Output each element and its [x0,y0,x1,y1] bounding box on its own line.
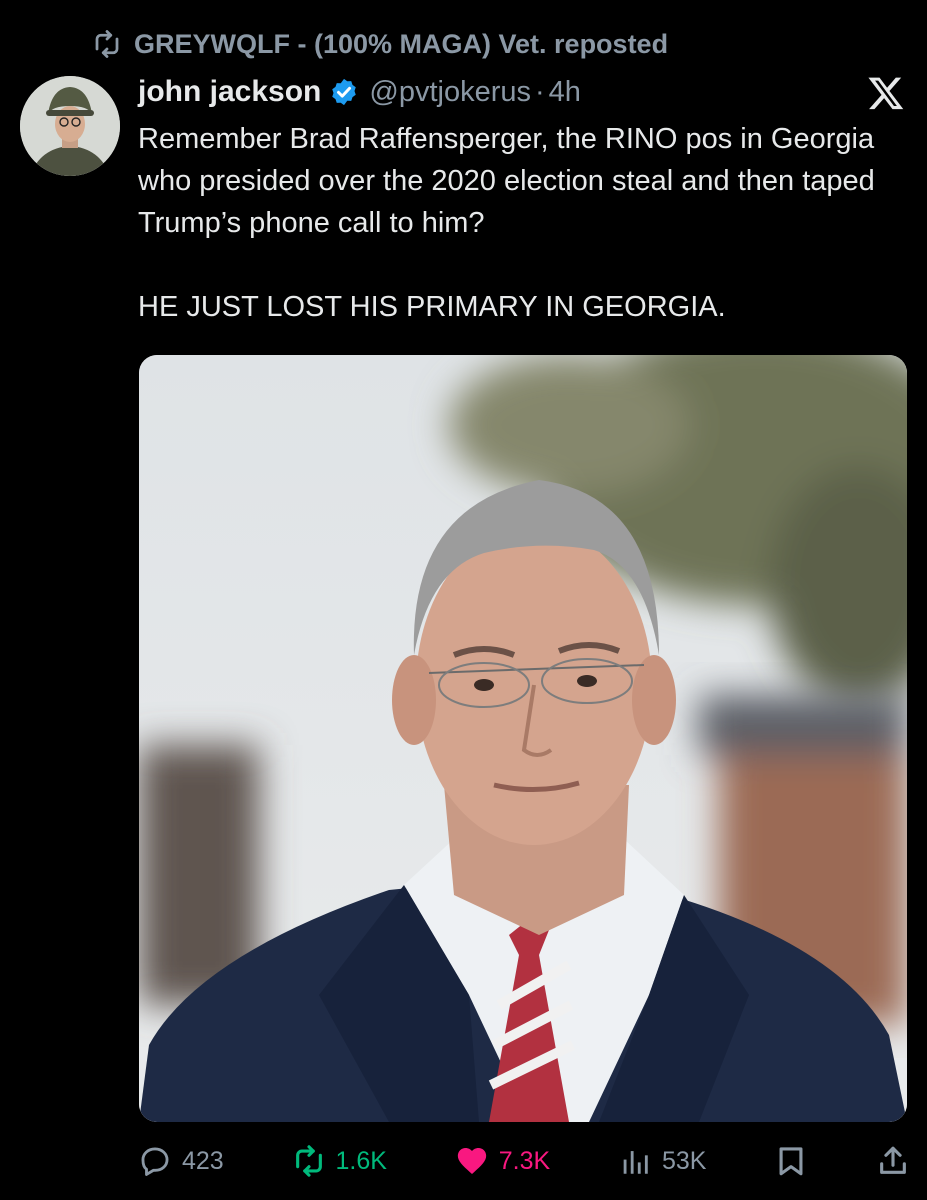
views-button[interactable]: 53K [618,1144,706,1178]
repost-text: GREYWQLF - (100% MAGA) Vet. reposted [134,28,669,59]
retweet-icon [95,30,119,58]
bookmark-icon [779,1147,803,1176]
tweet-header: john jackson @pvtjokerus · 4h [138,70,581,114]
tweet-paragraph-1: Remember Brad Raffensperger, the RINO po… [138,123,875,239]
views-chart-icon [623,1151,648,1174]
share-icon [880,1146,906,1174]
author-handle[interactable]: @pvtjokerus [369,76,531,109]
reply-icon [141,1147,169,1176]
like-button[interactable]: 7.3K [455,1144,550,1178]
repost-attribution[interactable]: GREYWQLF - (100% MAGA) Vet. reposted [92,26,668,62]
retweet-icon [295,1145,322,1177]
tweet-paragraph-2: HE JUST LOST HIS PRIMARY IN GEORGIA. [138,291,726,323]
verified-badge-icon [332,78,357,106]
repost-count: 1.6K [335,1146,387,1175]
x-logo-icon[interactable] [867,74,905,112]
repost-button[interactable]: 1.6K [292,1144,387,1178]
bookmark-button[interactable] [774,1144,808,1178]
tweet-photo[interactable] [139,355,907,1122]
tweet-text: Remember Brad Raffensperger, the RINO po… [138,118,898,328]
share-button[interactable] [876,1144,910,1178]
avatar[interactable] [20,76,120,176]
author-name[interactable]: john jackson [138,75,321,109]
view-count: 53K [661,1146,707,1175]
separator-dot: · [535,75,545,108]
reply-count: 423 [182,1146,224,1175]
heart-icon [457,1147,486,1175]
timestamp[interactable]: 4h [549,76,581,109]
tweet-action-bar: 423 1.6K 7.3K 53K [138,1138,910,1184]
reply-button[interactable]: 423 [138,1144,224,1178]
like-count: 7.3K [498,1146,551,1175]
